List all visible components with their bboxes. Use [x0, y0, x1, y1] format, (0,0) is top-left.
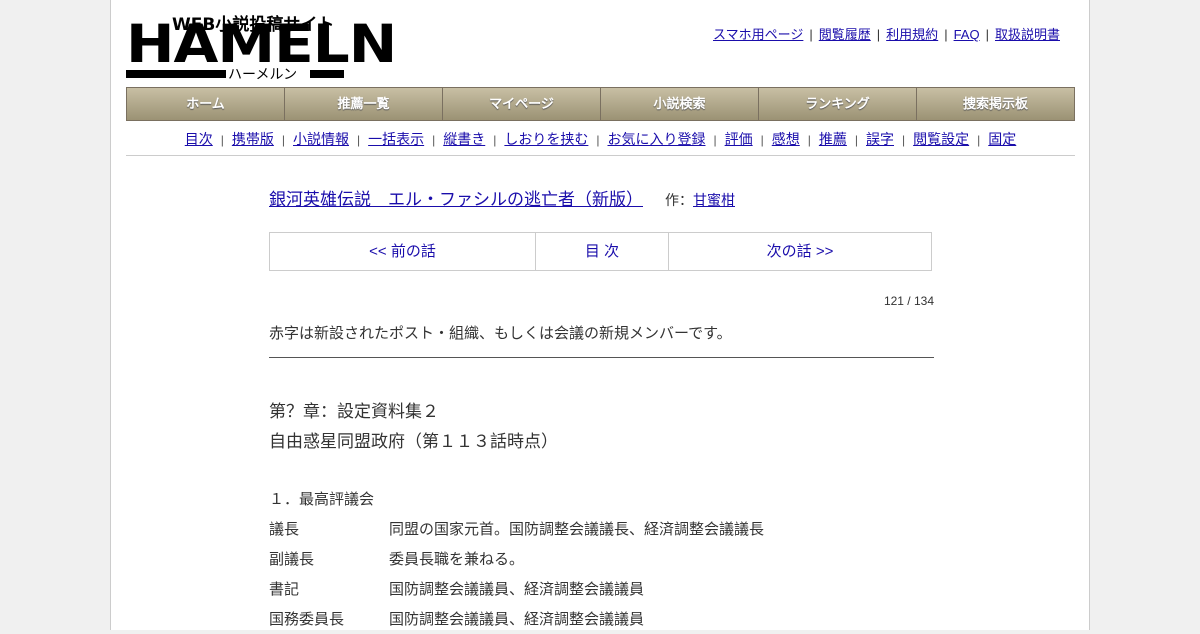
next-chapter-link[interactable]: 次の話 >>	[669, 233, 931, 270]
logo-underline-right	[310, 70, 344, 78]
chapter-nav: << 前の話 目 次 次の話 >>	[269, 232, 932, 271]
prev-chapter-link[interactable]: << 前の話	[270, 233, 536, 270]
subnav-vertical[interactable]: 縦書き	[443, 131, 485, 147]
toc-link[interactable]: 目 次	[536, 233, 669, 270]
author-link[interactable]: 甘蜜柑	[693, 193, 735, 209]
top-link-faq[interactable]: FAQ	[954, 27, 980, 42]
subnav-typo[interactable]: 誤字	[866, 131, 894, 147]
novel-title-link[interactable]: 銀河英雄伝説 エル・ファシルの逃亡者（新版）	[269, 190, 643, 210]
logo-underline-left	[126, 70, 226, 78]
subnav-bookmark[interactable]: しおりを挟む	[504, 131, 588, 147]
top-link-manual[interactable]: 取扱説明書	[995, 27, 1060, 42]
subnav-novel-info[interactable]: 小説情報	[293, 131, 349, 147]
row-desc: 同盟の国家元首。国防調整会議議長、経済調整会議議長	[389, 520, 765, 538]
row-desc: 国防調整会議議員、経済調整会議議員	[389, 580, 645, 598]
logo-wordmark: HAMELN	[126, 13, 397, 75]
subnav-recommend[interactable]: 推薦	[819, 131, 847, 147]
subnav-mobile[interactable]: 携帯版	[232, 131, 274, 147]
top-link-terms[interactable]: 利用規約	[886, 27, 938, 42]
row-desc: 国防調整会議議員、経済調整会議議員	[389, 610, 645, 628]
row-term: 議長	[269, 520, 300, 538]
chapter-title: 第？章：設定資料集２	[269, 402, 439, 422]
author-prefix: 作：	[665, 193, 693, 209]
table-row: 副議長 委員長職を兼ねる。	[269, 544, 934, 574]
subnav-toc[interactable]: 目次	[185, 131, 213, 147]
section-heading: １．最高評議会	[269, 490, 375, 508]
main-nav: ホーム 推薦一覧 マイページ 小説検索 ランキング 捜索掲示板	[126, 87, 1075, 121]
row-desc: 委員長職を兼ねる。	[389, 550, 525, 568]
subnav-pin[interactable]: 固定	[988, 131, 1016, 147]
logo-kana: ハーメルン	[228, 67, 298, 83]
subnav-rating[interactable]: 評価	[725, 131, 753, 147]
subnav-view-settings[interactable]: 閲覧設定	[913, 131, 969, 147]
subnav-full-view[interactable]: 一括表示	[368, 131, 424, 147]
row-term: 書記	[269, 580, 300, 598]
subnav-favorite[interactable]: お気に入り登録	[608, 131, 706, 147]
chapter-preface: 赤字は新設されたポスト・組織、もしくは会議の新規メンバーです。	[269, 322, 934, 358]
nav-novel-search[interactable]: 小説検索	[601, 88, 759, 120]
sub-nav: 目次 | 携帯版 | 小説情報 | 一括表示 | 縦書き | しおりを挟む | お気に入り登録 | 評価 | 感…	[126, 122, 1075, 156]
table-row: 議長 同盟の国家元首。国防調整会議議長、経済調整会議議長	[269, 514, 934, 544]
subnav-comments[interactable]: 感想	[772, 131, 800, 147]
nav-recommendations[interactable]: 推薦一覧	[285, 88, 443, 120]
page-container: WEB小説投稿サイト HAMELN ハーメルン スマホ用ページ | 閲覧履歴 | 利用規…	[110, 0, 1090, 630]
row-term: 副議長	[269, 550, 315, 568]
chapter-heading: 第？章：設定資料集２ 自由惑星同盟政府（第１１３話時点）	[269, 397, 558, 457]
nav-ranking[interactable]: ランキング	[759, 88, 917, 120]
nav-home[interactable]: ホーム	[127, 88, 285, 120]
novel-title-row: 銀河英雄伝説 エル・ファシルの逃亡者（新版） 作：甘蜜柑	[269, 185, 735, 210]
top-links: スマホ用ページ | 閲覧履歴 | 利用規約 | FAQ | 取扱説明書	[713, 27, 1060, 42]
top-link-smartphone[interactable]: スマホ用ページ	[713, 27, 803, 42]
page-count: 121 / 134	[883, 294, 934, 308]
chapter-subtitle: 自由惑星同盟政府（第１１３話時点）	[269, 432, 558, 452]
chapter-body: １．最高評議会 議長 同盟の国家元首。国防調整会議議長、経済調整会議議長 副議長 委…	[269, 484, 934, 634]
table-row: 書記 国防調整会議議員、経済調整会議議員	[269, 574, 934, 604]
top-link-history[interactable]: 閲覧履歴	[819, 27, 871, 42]
nav-search-board[interactable]: 捜索掲示板	[917, 88, 1074, 120]
site-logo[interactable]: WEB小説投稿サイト HAMELN ハーメルン	[126, 10, 397, 83]
nav-mypage[interactable]: マイページ	[443, 88, 601, 120]
